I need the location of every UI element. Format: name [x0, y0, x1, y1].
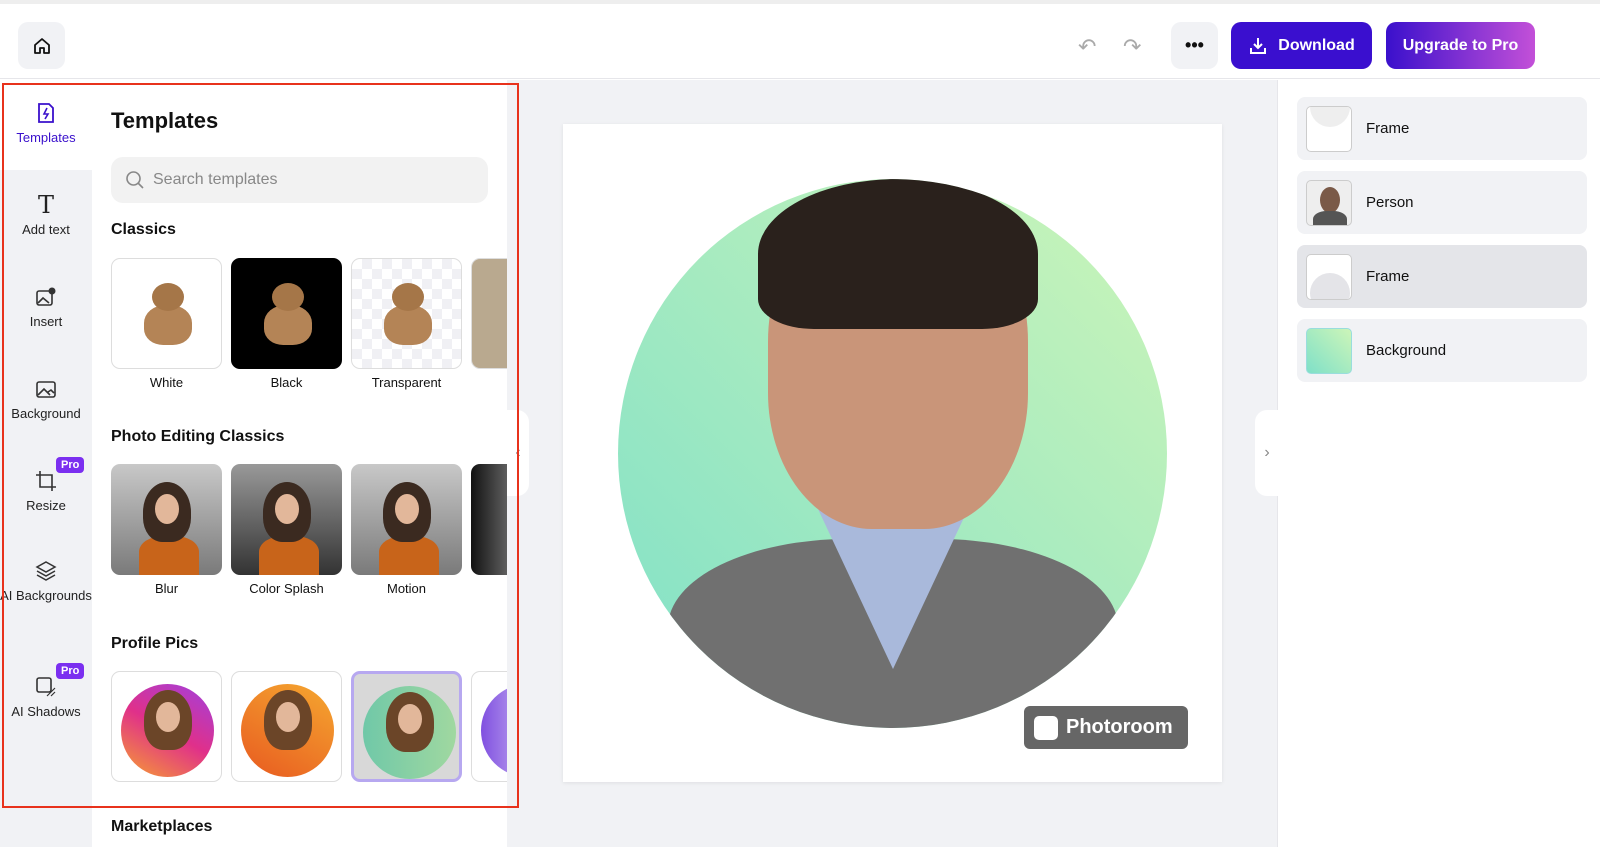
search-icon [126, 171, 144, 189]
top-bar: ↶ ↷ ••• Download Upgrade to Pro [0, 0, 1600, 79]
bear-image [380, 283, 436, 347]
template-motion[interactable]: Motion [351, 464, 462, 596]
text-icon: T [37, 191, 54, 219]
template-label: Blur [154, 581, 179, 596]
frame-circle [618, 179, 1167, 728]
woman-image [383, 482, 431, 542]
sidebar-item-ai-backgrounds[interactable]: AI Backgrounds [0, 558, 92, 603]
template-transparent[interactable]: Transparent [351, 258, 462, 390]
layer-thumb [1306, 179, 1352, 226]
sidebar-item-templates[interactable]: Templates [0, 80, 92, 170]
download-icon [1250, 37, 1267, 54]
expand-right-panel-button[interactable]: › [1255, 410, 1279, 496]
sidebar-item-label: AI Shadows [11, 704, 81, 719]
layer-label: Frame [1366, 120, 1410, 137]
woman-image [143, 482, 191, 542]
templates-icon [0, 100, 92, 126]
templates-panel: Templates Search templates Classics Whit… [92, 80, 507, 847]
profile-pic-orange[interactable] [231, 671, 342, 788]
sidebar-item-label: Templates [16, 130, 76, 145]
template-label: Black [270, 375, 303, 390]
woman-image [144, 690, 192, 750]
template-white[interactable]: White [111, 258, 222, 390]
template-label: Motion [386, 581, 427, 596]
search-placeholder: Search templates [153, 171, 278, 188]
home-icon [33, 37, 50, 54]
layer-person[interactable]: Person [1297, 171, 1587, 234]
upgrade-button[interactable]: Upgrade to Pro [1386, 22, 1535, 69]
layer-label: Person [1366, 194, 1414, 211]
photoroom-logo-icon [1034, 715, 1058, 740]
search-input[interactable]: Search templates [111, 157, 488, 203]
section-title: Marketplaces [111, 818, 213, 835]
chevron-left-icon: ‹ [515, 444, 521, 461]
template-label: White [149, 375, 184, 390]
profile-pic-pink[interactable] [111, 671, 222, 788]
sidebar-item-label: Insert [29, 314, 63, 329]
sidebar-item-label: AI Backgrounds [0, 588, 92, 603]
section-title: Photo Editing Classics [111, 428, 285, 445]
download-label: Download [1278, 36, 1355, 54]
template-label: Transparent [371, 375, 442, 390]
pro-badge: Pro [56, 457, 85, 473]
layer-thumb [1306, 105, 1352, 152]
layer-thumb [1306, 327, 1352, 374]
section-title: Classics [111, 221, 176, 238]
sidebar-item-label: Background [11, 406, 81, 421]
sidebar-item-background[interactable]: Background [0, 376, 92, 421]
layer-frame-selected[interactable]: Frame [1297, 245, 1587, 308]
layer-frame[interactable]: Frame [1297, 97, 1587, 160]
pro-badge: Pro [56, 663, 85, 679]
woman-image [386, 692, 434, 752]
layer-thumb [1306, 253, 1352, 300]
profile-pic-green[interactable] [351, 671, 462, 788]
woman-image [264, 690, 312, 750]
sidebar-item-label: Add text [22, 222, 70, 237]
layer-background[interactable]: Background [1297, 319, 1587, 382]
sidebar: Templates T Add text Insert Background Pr… [0, 80, 92, 847]
sidebar-item-label: Resize [26, 498, 66, 513]
more-button[interactable]: ••• [1171, 22, 1218, 69]
bear-image [260, 283, 316, 347]
watermark-text: Photoroom [1066, 716, 1173, 738]
layer-label: Background [1366, 342, 1447, 359]
template-more[interactable] [471, 464, 507, 596]
template-label: Color Splash [249, 581, 324, 596]
background-icon [0, 376, 92, 402]
template-color-splash[interactable]: Color Splash [231, 464, 342, 596]
section-title: Profile Pics [111, 635, 199, 652]
profile-pic-purple[interactable] [471, 671, 507, 788]
insert-image-icon [0, 284, 92, 310]
undo-icon[interactable]: ↶ [1078, 34, 1096, 60]
photoroom-watermark: Photoroom [1024, 706, 1188, 749]
template-blur[interactable]: Blur [111, 464, 222, 596]
chevron-right-icon: › [1264, 444, 1270, 461]
woman-image [263, 482, 311, 542]
sidebar-item-add-text[interactable]: T Add text [0, 191, 92, 237]
download-button[interactable]: Download [1231, 22, 1372, 69]
sidebar-item-insert[interactable]: Insert [0, 284, 92, 329]
bear-image [140, 283, 196, 347]
design-canvas[interactable]: Photoroom [563, 124, 1222, 782]
home-button[interactable] [18, 22, 65, 69]
layers-icon [0, 558, 92, 584]
redo-icon[interactable]: ↷ [1123, 34, 1141, 60]
collapse-left-panel-button[interactable]: ‹ [507, 410, 529, 496]
sidebar-item-resize[interactable]: Pro Resize [0, 457, 92, 513]
panel-title: Templates [111, 108, 219, 133]
template-original[interactable]: Or [471, 258, 507, 390]
sidebar-item-ai-shadows[interactable]: Pro AI Shadows [0, 663, 92, 719]
template-black[interactable]: Black [231, 258, 342, 390]
layer-label: Frame [1366, 268, 1410, 285]
